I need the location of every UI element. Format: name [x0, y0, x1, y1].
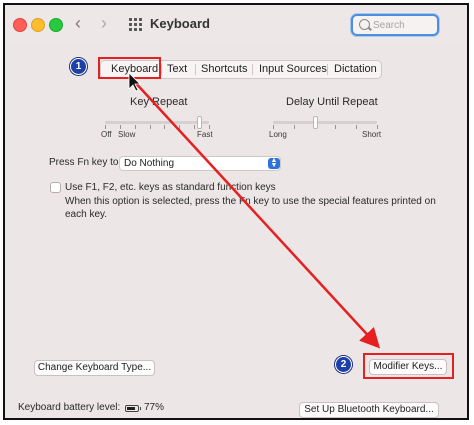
search-icon — [359, 19, 370, 30]
show-all-grid-icon[interactable] — [129, 18, 143, 32]
slider-tick — [149, 125, 151, 129]
function-keys-description: When this option is selected, press the … — [65, 196, 436, 220]
slider-tick — [293, 125, 295, 129]
modifier-keys-highlight — [363, 353, 454, 379]
title-bar: ‹ › Keyboard — [5, 5, 467, 43]
chevron-updown-icon: ▲ ▼ — [268, 157, 280, 169]
key-repeat-max-label: Fast — [197, 130, 213, 139]
delay-max-label: Short — [362, 130, 382, 139]
slider-tick — [377, 125, 378, 129]
slider-tick — [134, 125, 136, 129]
delay-until-repeat-slider[interactable] — [273, 121, 377, 124]
function-keys-label: Use F1, F2, etc. keys as standard functi… — [65, 182, 276, 193]
key-repeat-label: Key Repeat — [130, 96, 188, 108]
step-badge-1: 1 — [70, 58, 87, 75]
set-up-bluetooth-keyboard-button[interactable]: Set Up Bluetooth Keyboard... — [299, 402, 439, 418]
key-repeat-slow-label: Slow — [118, 130, 136, 139]
step-badge-2: 2 — [335, 356, 352, 373]
battery-icon — [125, 405, 141, 412]
tab-divider — [252, 64, 253, 75]
tab-divider — [327, 64, 328, 75]
tab-divider — [195, 64, 196, 75]
slider-tick — [119, 125, 121, 129]
zoom-window-button[interactable] — [49, 18, 63, 32]
minimize-window-button[interactable] — [31, 18, 45, 32]
slider-tick — [164, 125, 166, 129]
tab-text[interactable]: Text — [167, 63, 187, 75]
slider-tick — [179, 125, 181, 129]
fn-key-label: Press Fn key to — [49, 157, 119, 168]
function-keys-checkbox[interactable] — [50, 182, 61, 193]
search-input[interactable] — [373, 17, 433, 33]
change-keyboard-type-button[interactable]: Change Keyboard Type... — [34, 360, 155, 376]
fn-key-selected-value: Do Nothing — [124, 158, 175, 169]
forward-chevron-icon[interactable]: › — [101, 13, 107, 33]
slider-tick — [194, 125, 196, 129]
back-chevron-icon[interactable]: ‹ — [75, 13, 81, 33]
slider-tick — [209, 125, 210, 129]
tab-divider — [161, 64, 162, 75]
key-repeat-slider-knob[interactable] — [196, 116, 202, 129]
slider-tick — [105, 125, 106, 129]
battery-percent: 77% — [144, 402, 165, 413]
key-repeat-slider[interactable] — [105, 121, 209, 124]
tab-input-sources[interactable]: Input Sources — [259, 63, 327, 75]
close-window-button[interactable] — [13, 18, 27, 32]
keyboard-tab-highlight — [98, 57, 161, 79]
slider-tick — [335, 125, 337, 129]
delay-min-label: Long — [269, 130, 287, 139]
delay-until-repeat-label: Delay Until Repeat — [286, 96, 378, 108]
keyboard-preferences-window: ‹ › Keyboard Keyboard Text Shortcuts Inp… — [3, 3, 469, 420]
tab-shortcuts[interactable]: Shortcuts — [201, 63, 247, 75]
window-title: Keyboard — [150, 16, 210, 31]
search-field[interactable] — [351, 14, 439, 36]
battery-level-label: Keyboard battery level: — [18, 402, 121, 413]
battery-fill — [127, 407, 135, 410]
fn-key-dropdown[interactable]: Do Nothing ▲ ▼ — [119, 156, 281, 171]
key-repeat-min-label: Off — [101, 130, 112, 139]
delay-until-repeat-slider-knob[interactable] — [312, 116, 318, 129]
tab-dictation[interactable]: Dictation — [334, 63, 377, 75]
slider-tick — [273, 125, 274, 129]
slider-tick — [356, 125, 358, 129]
